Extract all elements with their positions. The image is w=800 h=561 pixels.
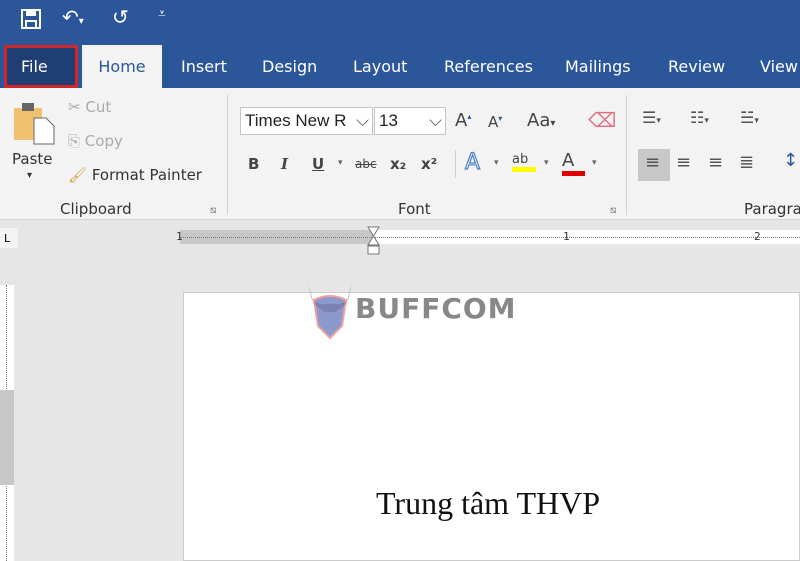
ruler-label: 2	[754, 230, 761, 243]
font-group-label: Font	[398, 200, 431, 218]
tab-insert[interactable]: Insert	[167, 45, 241, 88]
cut-icon: ✂	[68, 98, 81, 116]
document-text[interactable]: Trung tâm THVP	[376, 485, 600, 522]
tab-review[interactable]: Review	[654, 45, 739, 88]
strikethrough-button[interactable]: abc	[355, 157, 377, 171]
underline-dropdown-icon[interactable]: ▾	[338, 158, 343, 168]
divider	[227, 95, 228, 215]
tab-mailings[interactable]: Mailings	[551, 45, 645, 88]
numbering-icon[interactable]: ☷▾	[690, 108, 709, 127]
justify-icon[interactable]: ≣	[739, 152, 754, 173]
font-color-bar	[562, 171, 585, 176]
superscript-button[interactable]: x²	[421, 155, 437, 173]
font-color-label: A	[562, 150, 575, 171]
tab-design[interactable]: Design	[248, 45, 331, 88]
format-painter-icon: 🖌	[68, 166, 88, 184]
chevron-down-icon[interactable]: ⌵	[429, 108, 442, 134]
chevron-down-icon[interactable]: ▾	[494, 158, 499, 168]
underline-button[interactable]: U	[312, 155, 324, 173]
shrink-font-icon[interactable]: A▾	[488, 113, 502, 131]
font-name-field[interactable]: Times New R ⌵	[240, 107, 373, 135]
font-name-value: Times New R	[245, 111, 347, 130]
paste-icon	[14, 103, 55, 145]
paste-label[interactable]: Paste	[12, 150, 53, 168]
font-color-button[interactable]: A	[562, 150, 585, 176]
cut-label: Cut	[85, 98, 112, 116]
highlight-color-bar	[512, 167, 536, 172]
copy-icon: ⎘	[68, 132, 81, 150]
change-case-button[interactable]: Aa▾	[527, 110, 555, 131]
clipboard-launcher-icon[interactable]: ⧅	[210, 205, 216, 216]
tab-view[interactable]: View	[746, 45, 800, 88]
change-case-label: Aa	[527, 110, 551, 131]
undo-icon[interactable]: ↶▾	[62, 5, 84, 29]
subscript-button[interactable]: x₂	[390, 155, 406, 173]
highlight-button[interactable]: ab	[512, 152, 536, 172]
align-center-icon[interactable]: ≡	[676, 152, 691, 173]
customize-qat-icon[interactable]: ⩡	[158, 6, 166, 22]
grow-font-icon[interactable]: A▴	[455, 110, 471, 131]
chevron-down-icon[interactable]: ▾	[592, 158, 597, 168]
paste-button[interactable]	[12, 100, 58, 150]
clear-formatting-icon[interactable]: ⌫	[588, 108, 616, 132]
ruler-ticks	[180, 237, 800, 238]
align-left-icon: ≡	[645, 152, 661, 173]
multilevel-list-icon[interactable]: ☱▾	[740, 108, 759, 127]
bold-button[interactable]: B	[248, 155, 259, 173]
line-spacing-icon[interactable]: ↕	[783, 150, 798, 171]
paste-dropdown-icon[interactable]: ▾	[27, 170, 32, 181]
ruler-label: 1	[563, 230, 570, 243]
save-icon[interactable]	[20, 8, 42, 35]
clipboard-group-label: Clipboard	[60, 200, 132, 218]
redo-icon[interactable]: ↺	[112, 5, 129, 29]
font-launcher-icon[interactable]: ⧅	[610, 205, 616, 216]
highlight-label: ab	[512, 152, 529, 167]
bullets-icon[interactable]: ☰▾	[642, 108, 661, 127]
tab-home[interactable]: Home	[82, 45, 162, 88]
copy-label: Copy	[84, 132, 123, 150]
cut-button[interactable]: ✂ Cut	[68, 98, 111, 116]
font-size-value: 13	[379, 111, 398, 130]
paragraph-group-label: Paragra	[744, 200, 800, 218]
watermark-text: BUFFCOM	[355, 292, 517, 325]
tab-references[interactable]: References	[430, 45, 547, 88]
tab-selector-icon[interactable]: L	[0, 228, 18, 248]
align-right-icon[interactable]: ≡	[708, 152, 723, 173]
tab-layout[interactable]: Layout	[339, 45, 421, 88]
copy-button[interactable]: ⎘ Copy	[68, 132, 123, 150]
vertical-ruler-margin	[0, 390, 14, 485]
divider	[455, 150, 456, 178]
tab-file[interactable]: File	[4, 45, 78, 88]
format-painter-label: Format Painter	[91, 166, 202, 184]
chevron-down-icon[interactable]: ⌵	[356, 108, 369, 134]
watermark-logo: BUFFCOM	[300, 282, 516, 346]
format-painter-button[interactable]: 🖌 Format Painter	[68, 166, 202, 184]
italic-button[interactable]: I	[281, 155, 288, 173]
text-effects-button[interactable]: A	[464, 149, 480, 175]
font-size-field[interactable]: 13 ⌵	[374, 107, 446, 135]
ruler-label: 1	[176, 230, 183, 243]
chevron-down-icon[interactable]: ▾	[544, 158, 549, 168]
divider	[626, 95, 627, 215]
indent-marker[interactable]	[367, 226, 380, 260]
